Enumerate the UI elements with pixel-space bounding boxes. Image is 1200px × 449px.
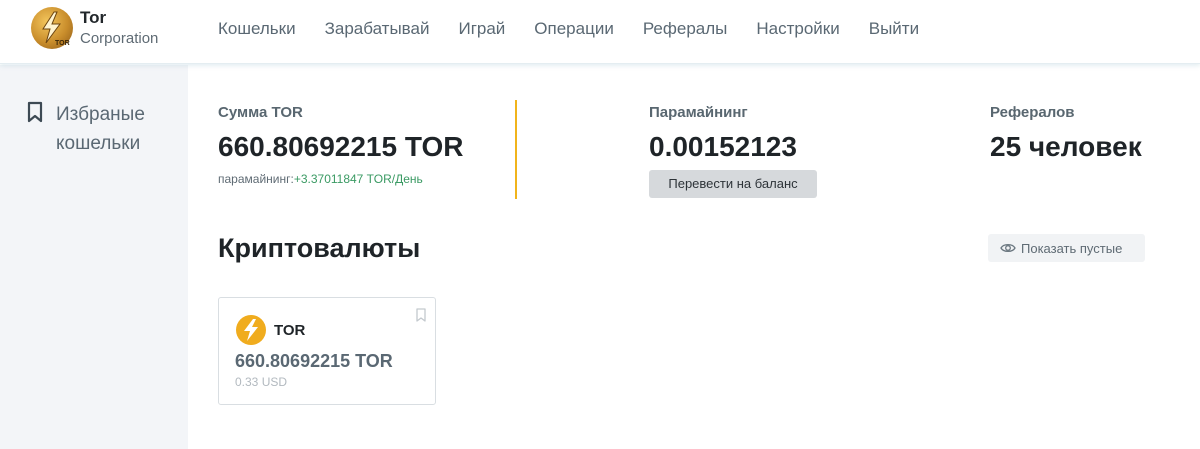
crypto-section-title: Криптовалюты bbox=[218, 233, 421, 263]
main-nav: Кошельки Зарабатывай Играй Операции Рефе… bbox=[218, 19, 948, 39]
nav-logout[interactable]: Выйти bbox=[869, 19, 919, 39]
tor-logo-icon[interactable]: TOR bbox=[31, 7, 73, 49]
nav-play[interactable]: Играй bbox=[458, 19, 505, 39]
wallet-card-usd: 0.33 USD bbox=[235, 375, 288, 389]
brand-subtitle: Corporation bbox=[80, 30, 159, 47]
paramining-value: 0.00152123 bbox=[649, 131, 797, 162]
paramining-rate-prefix: парамайнинг: bbox=[218, 172, 294, 186]
paramining-rate: парамайнинг:+3.37011847 TOR/День bbox=[218, 172, 423, 186]
bookmark-icon bbox=[27, 101, 43, 123]
show-empty-label: Показать пустые bbox=[1021, 241, 1123, 256]
favorite-wallets-label: Избраные кошельки bbox=[56, 104, 145, 154]
tor-coin-icon bbox=[236, 315, 266, 345]
nav-operations[interactable]: Операции bbox=[534, 19, 614, 39]
paramining-label: Парамайнинг bbox=[649, 104, 748, 121]
total-tor-label: Сумма TOR bbox=[218, 104, 303, 121]
bookmark-icon[interactable] bbox=[415, 308, 427, 322]
wallet-card-name: TOR bbox=[274, 322, 306, 339]
paramining-rate-value: +3.37011847 TOR/День bbox=[293, 172, 423, 186]
eye-icon bbox=[1000, 243, 1016, 253]
referrals-value: 25 человек bbox=[990, 131, 1142, 162]
stats-divider bbox=[515, 100, 517, 199]
sidebar: Избраные кошельки bbox=[0, 65, 188, 449]
svg-text:TOR: TOR bbox=[55, 40, 70, 47]
nav-settings[interactable]: Настройки bbox=[756, 19, 839, 39]
referrals-label: Рефералов bbox=[990, 104, 1075, 121]
nav-referrals[interactable]: Рефералы bbox=[643, 19, 728, 39]
top-header: TOR Tor Corporation Кошельки Зарабатывай… bbox=[0, 0, 1200, 64]
wallet-card-amount: 660.80692215 TOR bbox=[235, 351, 393, 371]
brand-title[interactable]: Tor bbox=[80, 8, 106, 28]
nav-wallets[interactable]: Кошельки bbox=[218, 19, 296, 39]
show-empty-button[interactable]: Показать пустые bbox=[988, 234, 1145, 262]
nav-earn[interactable]: Зарабатывай bbox=[325, 19, 430, 39]
transfer-to-balance-button[interactable]: Перевести на баланс bbox=[649, 170, 817, 198]
wallet-card-tor[interactable]: TOR 660.80692215 TOR 0.33 USD bbox=[218, 297, 436, 405]
total-tor-value: 660.80692215 TOR bbox=[218, 131, 464, 162]
